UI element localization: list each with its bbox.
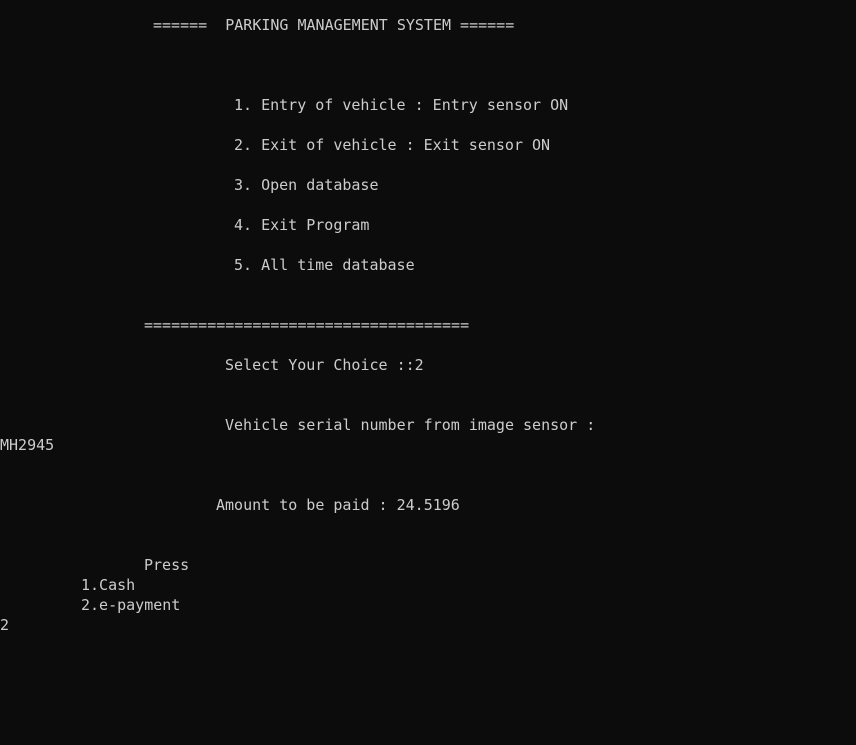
menu-item-all-time-database: 5. All time database [234,256,415,274]
menu-item-exit: 2. Exit of vehicle : Exit sensor ON [234,136,551,154]
user-input-line[interactable]: 2 [0,616,9,634]
choice-prompt: Select Your Choice ::2 [225,356,424,374]
separator-line: ==================================== [144,316,470,334]
payment-option-e-payment: 2.e-payment [81,596,181,614]
menu-item-open-database: 3. Open database [234,176,379,194]
payment-option-cash: 1.Cash [81,576,136,594]
serial-number-value: MH2945 [0,436,55,454]
console-window[interactable]: ====== PARKING MANAGEMENT SYSTEM ====== … [0,0,856,745]
press-label: Press [144,556,190,574]
amount-to-pay: Amount to be paid : 24.5196 [216,496,460,514]
menu-item-entry: 1. Entry of vehicle : Entry sensor ON [234,96,569,114]
serial-number-prompt: Vehicle serial number from image sensor … [225,416,596,434]
banner-title: ====== PARKING MANAGEMENT SYSTEM ====== [153,16,515,34]
menu-item-exit-program: 4. Exit Program [234,216,370,234]
